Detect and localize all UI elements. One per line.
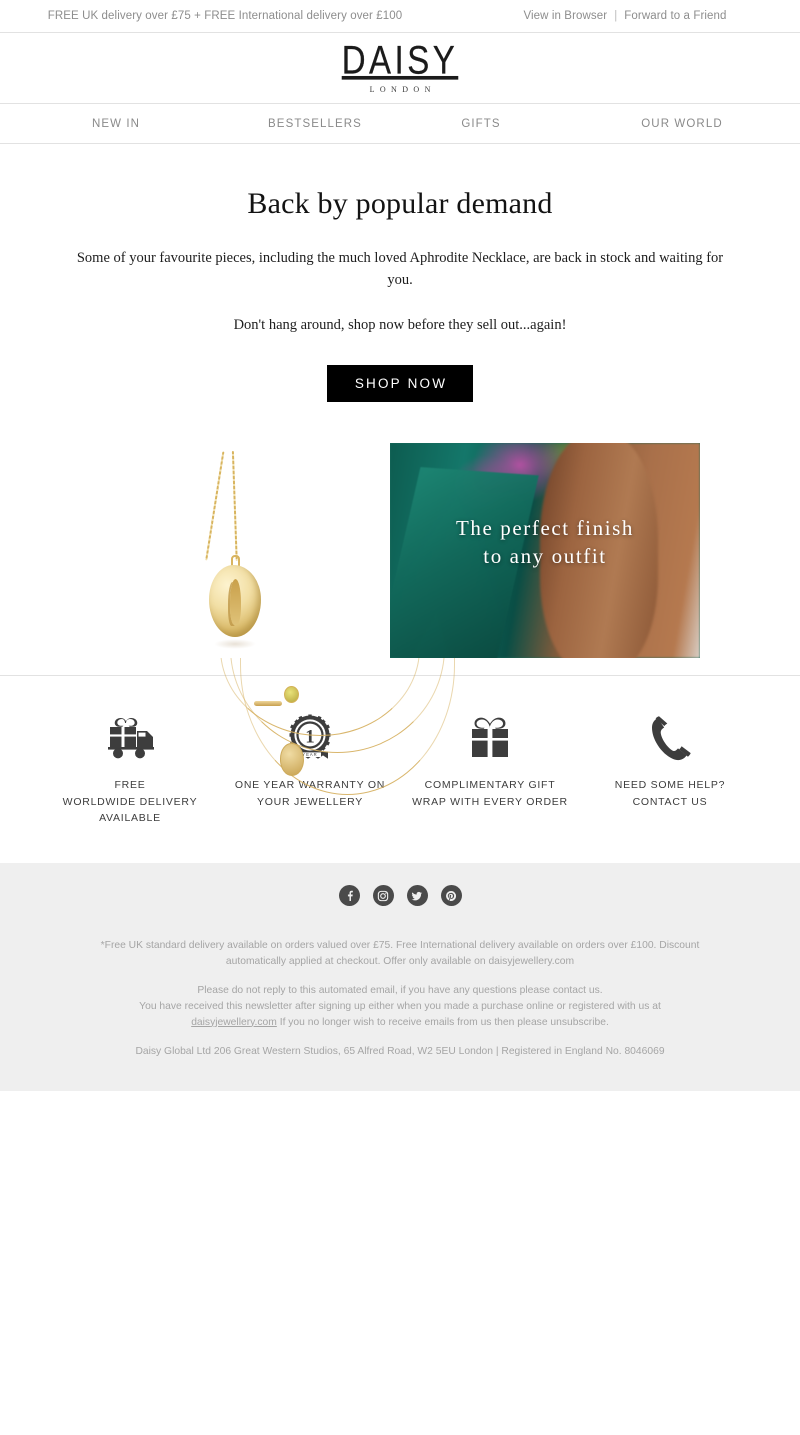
instagram-icon[interactable]: [372, 885, 394, 907]
product-image-aphrodite-necklace[interactable]: [80, 443, 390, 659]
twitter-icon[interactable]: [406, 885, 428, 907]
lifestyle-overlay-text: The perfect finish to any outfit: [390, 515, 700, 570]
lifestyle-overlay-line-1: The perfect finish: [455, 516, 635, 541]
usp-item-delivery: FREE WORLDWIDE DELIVERY AVAILABLE: [40, 711, 220, 826]
usp-item-contact: NEED SOME HELP? CONTACT US: [580, 711, 760, 826]
usp-label-contact: NEED SOME HELP? CONTACT US: [614, 779, 726, 808]
footer-disclaimer: *Free UK standard delivery available on …: [100, 940, 700, 967]
nav-item-our-world[interactable]: OUR WORLD: [564, 118, 800, 130]
email-body: FREE UK delivery over £75 + FREE Interna…: [0, 0, 800, 1092]
gift-box-icon: [466, 711, 514, 767]
footer-notice-line-3: If you no longer wish to receive emails …: [276, 1016, 609, 1028]
nav-item-bestsellers[interactable]: BESTSELLERS: [232, 118, 398, 130]
brand-logo[interactable]: DAISY: [342, 39, 459, 80]
hero-paragraph-1: Some of your favourite pieces, including…: [76, 250, 724, 289]
nav-item-new-in[interactable]: NEW IN: [0, 118, 232, 130]
lifestyle-image-perfect-finish[interactable]: The perfect finish to any outfit: [390, 443, 700, 659]
page-title: Back by popular demand: [247, 187, 553, 220]
usp-label-gift-wrap: COMPLIMENTARY GIFT WRAP WITH EVERY ORDER: [412, 779, 568, 808]
cta-container: SHOP NOW: [0, 365, 800, 403]
social-links: [0, 885, 800, 907]
product-image-row: The perfect finish to any outfit: [0, 443, 800, 659]
view-in-browser-link[interactable]: View in Browser: [523, 10, 607, 22]
telephone-icon: [648, 711, 692, 767]
brand-location-label: LONDON: [369, 84, 436, 94]
preheader-bar: FREE UK delivery over £75 + FREE Interna…: [0, 0, 800, 33]
delivery-truck-icon: [102, 711, 158, 767]
preheader-promo-text: FREE UK delivery over £75 + FREE Interna…: [47, 10, 403, 22]
footer-company-info: Daisy Global Ltd 206 Great Western Studi…: [135, 1046, 665, 1058]
footer: *Free UK standard delivery available on …: [0, 863, 800, 1092]
usp-label-delivery: FREE WORLDWIDE DELIVERY AVAILABLE: [62, 779, 198, 824]
main-navigation: NEW IN BESTSELLERS GIFTS OUR WORLD: [0, 104, 800, 144]
footer-notice: Please do not reply to this automated em…: [95, 983, 705, 1030]
footer-notice-line-2: You have received this newsletter after …: [139, 1001, 661, 1013]
hero-copy-block: Back by popular demand Some of your favo…: [0, 144, 800, 403]
daisyjewellery-link[interactable]: daisyjewellery.com: [191, 1017, 277, 1028]
shop-now-button[interactable]: SHOP NOW: [326, 365, 474, 403]
footer-notice-line-1: Please do not reply to this automated em…: [197, 985, 603, 997]
preheader-separator: |: [614, 10, 618, 22]
brand-header: DAISY LONDON: [0, 33, 800, 104]
footer-legal-text: *Free UK standard delivery available on …: [0, 938, 800, 1060]
pinterest-icon[interactable]: [440, 885, 462, 907]
lifestyle-overlay-line-2: to any outfit: [483, 544, 607, 569]
preheader-links: View in Browser | Forward to a Friend: [450, 10, 800, 22]
facebook-icon[interactable]: [338, 885, 360, 907]
hero-paragraph-2: Don't hang around, shop now before they …: [233, 316, 567, 333]
nav-item-gifts[interactable]: GIFTS: [398, 118, 564, 130]
forward-to-friend-link[interactable]: Forward to a Friend: [624, 10, 726, 22]
